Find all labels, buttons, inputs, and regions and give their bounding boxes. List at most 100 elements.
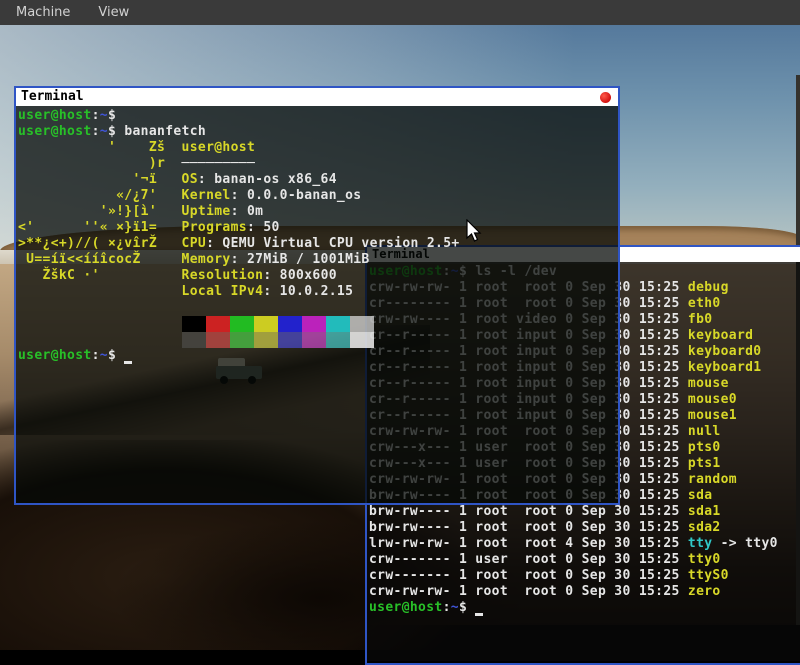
terminal-text: : 27MiB / 1001MiB bbox=[231, 252, 370, 267]
terminal-text: ' Zš bbox=[18, 140, 182, 155]
terminal-line: user@host:~$ bbox=[18, 348, 618, 364]
text-cursor bbox=[124, 350, 132, 364]
terminal-text: Programs bbox=[182, 220, 247, 235]
terminal-text: '»!}[ì' bbox=[18, 204, 182, 219]
terminal-text: null bbox=[688, 424, 721, 439]
terminal-text: '¬ï bbox=[18, 172, 182, 187]
terminal-text: user@host bbox=[182, 140, 256, 155]
terminal-line: «/¿7' Kernel: 0.0.0-banan_os bbox=[18, 188, 618, 204]
vm-menu-bar: Machine View bbox=[0, 0, 800, 25]
terminal-text: $ bbox=[108, 108, 116, 123]
terminal-text: : QEMU Virtual CPU version 2.5+ bbox=[206, 236, 459, 251]
terminal-text: mouse1 bbox=[688, 408, 737, 423]
terminal-line: crw------- 1 user root 0 Sep 30 15:25 tt… bbox=[369, 552, 800, 568]
terminal-line: user@host:~$ bananfetch bbox=[18, 124, 618, 140]
palette-swatch bbox=[302, 316, 326, 332]
terminal-line: '»!}[ì' Uptime: 0m bbox=[18, 204, 618, 220]
terminal-line: ' Zš user@host bbox=[18, 140, 618, 156]
menu-item-machine[interactable]: Machine bbox=[16, 5, 70, 20]
terminal-text: crw------- 1 root root 0 Sep 30 15:25 bbox=[369, 568, 688, 583]
terminal-text: : 10.0.2.15 bbox=[263, 284, 353, 299]
palette-swatch bbox=[182, 332, 206, 348]
palette-swatch bbox=[182, 316, 206, 332]
terminal1-title-bar[interactable]: Terminal bbox=[16, 88, 618, 106]
terminal-text: user@host bbox=[18, 108, 92, 123]
palette-swatch bbox=[206, 316, 230, 332]
terminal-text: : bbox=[92, 108, 100, 123]
terminal-text: ~ bbox=[451, 600, 459, 615]
terminal-text: : 800x600 bbox=[263, 268, 337, 283]
terminal-text: mouse0 bbox=[688, 392, 737, 407]
terminal-text: OS bbox=[182, 172, 198, 187]
terminal-text: ŽškC ·' bbox=[18, 268, 182, 283]
palette-swatch bbox=[278, 332, 302, 348]
terminal-text: user@host bbox=[18, 124, 92, 139]
terminal-text: pts1 bbox=[688, 456, 721, 471]
palette-swatch bbox=[350, 316, 374, 332]
terminal-text: random bbox=[688, 472, 737, 487]
terminal-text: brw-rw---- 1 root root 0 Sep 30 15:25 bbox=[369, 504, 688, 519]
terminal-text: >**¿<+)//( ×¿vîrŽ bbox=[18, 236, 182, 251]
text-cursor bbox=[475, 602, 483, 616]
terminal-text: sda1 bbox=[688, 504, 721, 519]
terminal-text bbox=[18, 284, 182, 299]
terminal-text: keyboard0 bbox=[688, 344, 762, 359]
terminal-text: fb0 bbox=[688, 312, 713, 327]
close-button-icon[interactable] bbox=[600, 92, 611, 103]
terminal-line: )r ───────── bbox=[18, 156, 618, 172]
terminal-line bbox=[18, 300, 618, 316]
terminal-line: U==íï<<ííîcocŽ Memory: 27MiB / 1001MiB bbox=[18, 252, 618, 268]
terminal-text: ~ bbox=[100, 124, 108, 139]
terminal-text: ~ bbox=[100, 108, 108, 123]
terminal-line: ŽškC ·' Resolution: 800x600 bbox=[18, 268, 618, 284]
terminal-text: eth0 bbox=[688, 296, 721, 311]
terminal-text: «/¿7' bbox=[18, 188, 182, 203]
terminal-text: $ bbox=[108, 348, 124, 363]
terminal-line: crw-rw-rw- 1 root root 0 Sep 30 15:25 ze… bbox=[369, 584, 800, 600]
terminal-text: Memory bbox=[182, 252, 231, 267]
terminal-line bbox=[18, 332, 618, 348]
terminal-text: bananfetch bbox=[124, 124, 206, 139]
terminal-line: lrw-rw-rw- 1 root root 4 Sep 30 15:25 tt… bbox=[369, 536, 800, 552]
terminal-text: mouse bbox=[688, 376, 729, 391]
terminal-text: user@host bbox=[369, 600, 443, 615]
terminal-text: lrw-rw-rw- 1 root root 4 Sep 30 15:25 bbox=[369, 536, 688, 551]
palette-swatch bbox=[206, 332, 230, 348]
mouse-cursor-icon bbox=[466, 219, 484, 243]
palette-swatch bbox=[350, 332, 374, 348]
terminal-text: : 0m bbox=[231, 204, 264, 219]
palette-swatch bbox=[254, 316, 278, 332]
terminal-text: crw------- 1 user root 0 Sep 30 15:25 bbox=[369, 552, 688, 567]
palette-swatch bbox=[254, 332, 278, 348]
menu-item-view[interactable]: View bbox=[98, 5, 129, 20]
terminal-window-focused[interactable]: Terminal user@host:~$user@host:~$ bananf… bbox=[14, 86, 620, 505]
terminal-text: keyboard bbox=[688, 328, 753, 343]
terminal1-output[interactable]: user@host:~$user@host:~$ bananfetch ' Zš… bbox=[16, 106, 618, 503]
terminal-text: U==íï<<ííîcocŽ bbox=[18, 252, 182, 267]
terminal-text: sda2 bbox=[688, 520, 721, 535]
terminal-line: brw-rw---- 1 root root 0 Sep 30 15:25 sd… bbox=[369, 504, 800, 520]
terminal-text: Uptime bbox=[182, 204, 231, 219]
terminal-line: brw-rw---- 1 root root 0 Sep 30 15:25 sd… bbox=[369, 520, 800, 536]
terminal-line: user@host:~$ bbox=[18, 108, 618, 124]
terminal-line: >**¿<+)//( ×¿vîrŽ CPU: QEMU Virtual CPU … bbox=[18, 236, 618, 252]
terminal-text: : bbox=[92, 124, 100, 139]
palette-swatch bbox=[326, 332, 350, 348]
terminal-text: )r bbox=[18, 156, 182, 171]
terminal-text bbox=[18, 316, 182, 331]
palette-swatch bbox=[326, 316, 350, 332]
terminal-text: Kernel bbox=[182, 188, 231, 203]
terminal-text: Local IPv4 bbox=[182, 284, 264, 299]
terminal-text: : 50 bbox=[247, 220, 280, 235]
terminal-text: $ bbox=[459, 600, 475, 615]
terminal-text: ───────── bbox=[182, 156, 256, 171]
palette-swatch bbox=[230, 316, 254, 332]
terminal-text: ttyS0 bbox=[688, 568, 729, 583]
palette-swatch bbox=[230, 332, 254, 348]
terminal-text: zero bbox=[688, 584, 721, 599]
terminal-line: user@host:~$ bbox=[369, 600, 800, 616]
terminal1-title: Terminal bbox=[21, 88, 84, 106]
terminal-line: Local IPv4: 10.0.2.15 bbox=[18, 284, 618, 300]
terminal-text: CPU bbox=[182, 236, 207, 251]
terminal-text: user@host bbox=[18, 348, 92, 363]
